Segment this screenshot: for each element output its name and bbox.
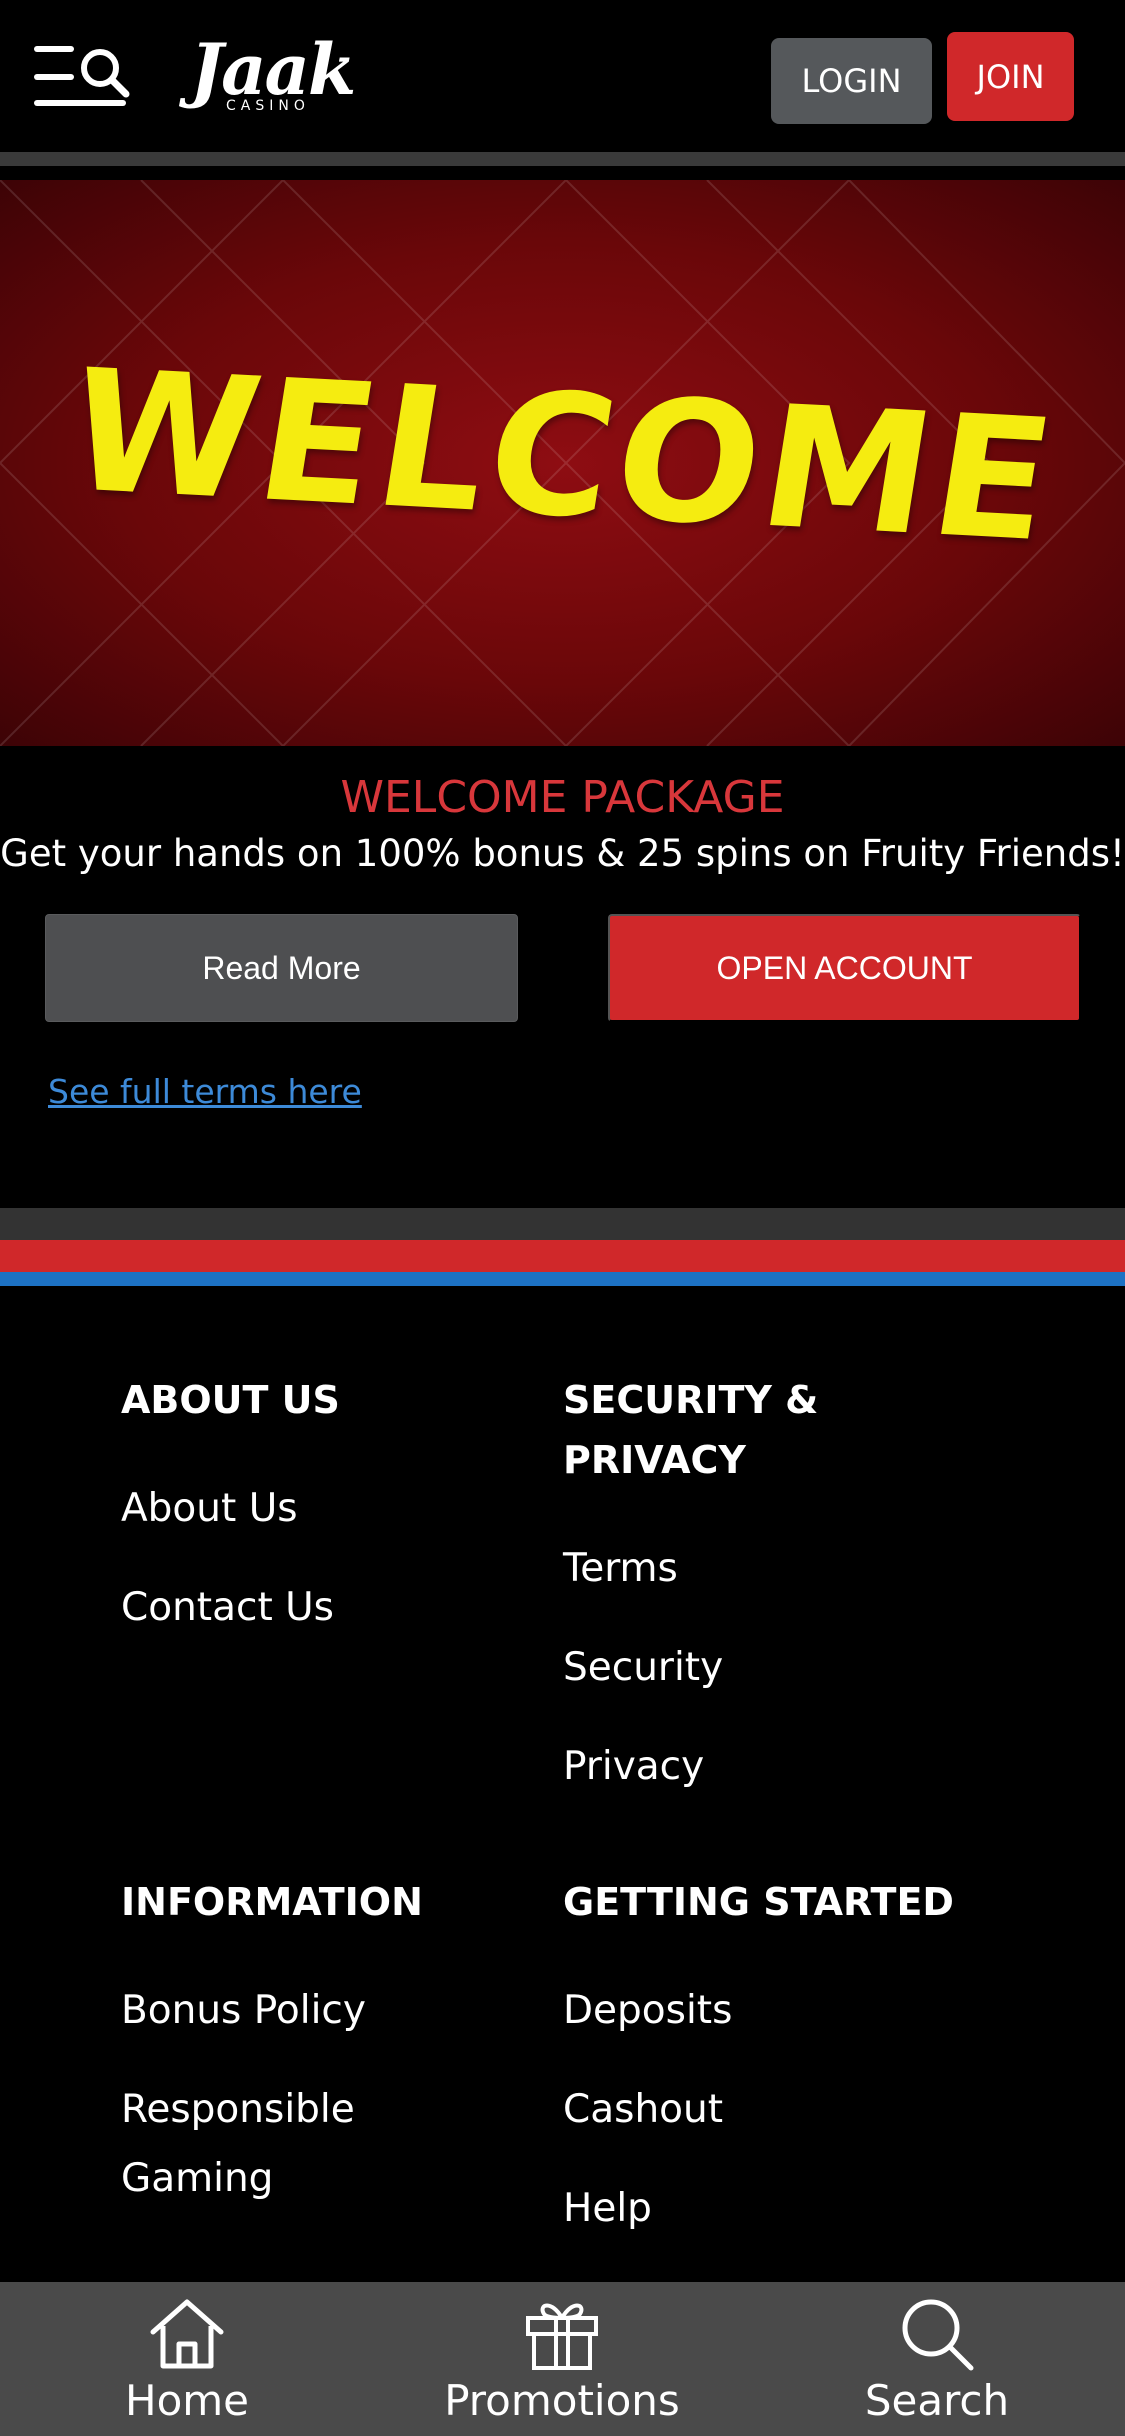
footer-link-contact-us[interactable]: Contact Us (121, 1573, 541, 1642)
footer-about-section: ABOUT US About Us Contact Us (121, 1370, 541, 1642)
footer-heading-security-line1: SECURITY & (563, 1378, 819, 1422)
footer-link-deposits[interactable]: Deposits (563, 1976, 983, 2045)
nav-promotions[interactable]: Promotions (412, 2282, 712, 2436)
open-account-button[interactable]: OPEN ACCOUNT (608, 914, 1081, 1022)
page: Jaak CASINO LOGIN JOIN WELCOME WELCOME P… (0, 0, 1125, 2436)
footer-link-responsible-line1: Responsible (121, 2087, 355, 2132)
divider-stripe-red (0, 1240, 1125, 1272)
login-button[interactable]: LOGIN (771, 38, 932, 124)
footer-link-cashout[interactable]: Cashout (563, 2075, 983, 2144)
menu-search-button[interactable] (34, 44, 130, 112)
promo-title: WELCOME PACKAGE (340, 772, 785, 823)
join-button[interactable]: JOIN (947, 32, 1074, 121)
footer-link-responsible-line2: Gaming (121, 2156, 274, 2201)
gift-icon (526, 2303, 598, 2370)
footer-security-section: SECURITY & PRIVACY Terms Security Privac… (563, 1370, 983, 1801)
nav-home-label: Home (124, 2376, 250, 2425)
full-terms-link[interactable]: See full terms here (48, 1072, 362, 1111)
footer-link-privacy[interactable]: Privacy (563, 1732, 983, 1801)
welcome-banner[interactable]: WELCOME (0, 180, 1125, 746)
footer-getting-started-section: GETTING STARTED Deposits Cashout Help (563, 1872, 983, 2243)
logo-subtext: CASINO (226, 98, 310, 114)
nav-promotions-label: Promotions (444, 2376, 680, 2425)
footer-link-bonus-policy[interactable]: Bonus Policy (121, 1976, 541, 2045)
divider-stripe-gray (0, 1208, 1125, 1240)
footer-heading-about: ABOUT US (121, 1378, 340, 1422)
footer-heading-getting-started: GETTING STARTED (563, 1880, 954, 1924)
read-more-button[interactable]: Read More (45, 914, 518, 1022)
footer-heading-security-line2: PRIVACY (563, 1438, 746, 1482)
footer-link-security[interactable]: Security (563, 1633, 983, 1702)
footer-link-terms[interactable]: Terms (563, 1534, 983, 1603)
home-icon (150, 2299, 224, 2369)
search-icon (902, 2299, 974, 2371)
nav-home[interactable]: Home (37, 2282, 337, 2436)
footer-link-help[interactable]: Help (563, 2174, 983, 2243)
footer-heading-information: INFORMATION (121, 1880, 423, 1924)
nav-search-label: Search (864, 2376, 1010, 2425)
jaak-casino-logo[interactable]: Jaak CASINO (190, 28, 370, 118)
footer-link-responsible-gaming[interactable]: Responsible Gaming (121, 2075, 541, 2213)
bottom-navigation: Home Promotions Search (0, 2282, 1125, 2436)
top-header: Jaak CASINO LOGIN JOIN (0, 0, 1125, 166)
menu-search-icon (34, 46, 130, 106)
footer-information-section: INFORMATION Bonus Policy Responsible Gam… (121, 1872, 541, 2213)
promo-description: Get your hands on 100% bonus & 25 spins … (0, 832, 1125, 875)
nav-search[interactable]: Search (787, 2282, 1087, 2436)
divider-stripe-blue (0, 1272, 1125, 1286)
footer-link-about-us[interactable]: About Us (121, 1474, 541, 1543)
